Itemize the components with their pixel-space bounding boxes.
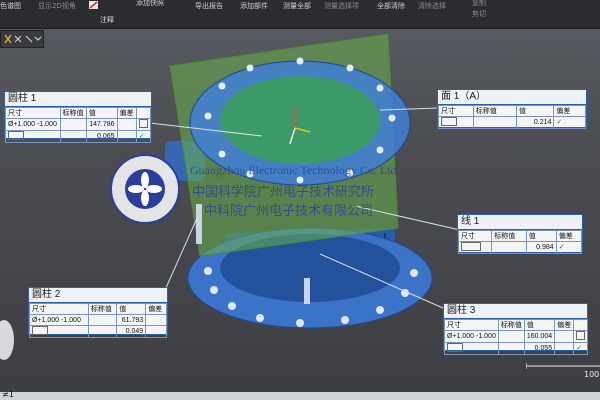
measure-all-button[interactable]: 测量全部 bbox=[283, 1, 311, 11]
measured-value: 147.786 bbox=[85, 118, 118, 131]
col-dimension: 尺寸 bbox=[5, 107, 61, 119]
pass-check-icon: ✓ bbox=[558, 244, 565, 251]
col-deviation: 偏差 bbox=[553, 105, 586, 117]
callout-table: 尺寸 标称值值偏差 Ø+1.000 -1.000 160.004 0.055 ✓ bbox=[444, 319, 589, 355]
callout-title: 面 1（A） bbox=[438, 90, 586, 105]
watermark-cn-1: 中国科学院广州电子技术研究所 bbox=[192, 185, 375, 200]
col-dimension: 尺寸 bbox=[457, 230, 493, 242]
ribbon-toolbar: 色谱图 显示2D视角 注释 添加快照 导出报告 添加部件 测量全部 测量选择项 … bbox=[0, 0, 600, 29]
pass-check-icon: ✓ bbox=[556, 119, 563, 126]
show-2d-view-button[interactable]: 显示2D视角 bbox=[38, 1, 76, 11]
callout-face-1[interactable]: 面 1（A） 尺寸 标称值值偏差 0.214 ✓ bbox=[437, 89, 587, 129]
diameter-tolerance: Ø+1.000 -1.000 bbox=[5, 118, 61, 131]
measured-value: 0.055 bbox=[523, 342, 556, 355]
measured-value: 160.004 bbox=[523, 330, 556, 343]
pass-check-icon: ✓ bbox=[138, 133, 145, 140]
top-flange-bore bbox=[220, 76, 380, 164]
watermark-en: Guangzhou Electronic Technology Co. Ltd bbox=[190, 163, 397, 177]
diameter-tolerance: Ø+1.000 -1.000 bbox=[444, 330, 499, 343]
col-value: 值 bbox=[516, 105, 555, 117]
col-deviation: 偏差 bbox=[554, 319, 575, 331]
col-dimension: 尺寸 bbox=[438, 105, 474, 117]
col-value: 值 bbox=[85, 107, 118, 119]
pass-check-icon: ✓ bbox=[576, 345, 583, 352]
cylindricity-symbol-icon bbox=[447, 343, 463, 352]
callout-cylinder-1[interactable]: 圆柱 1 尺寸 标称值值偏差 Ø+1.000 -1.000 147.786 0.06… bbox=[4, 91, 152, 143]
measured-value: 0.065 bbox=[85, 130, 118, 143]
copy-button[interactable]: 复制 bbox=[472, 0, 486, 8]
cut-button[interactable]: 剪切 bbox=[472, 9, 486, 19]
col-dimension: 尺寸 bbox=[444, 319, 499, 331]
watermark-cn-2: 中科院广州电子技术有限公司 bbox=[204, 204, 374, 219]
callout-table: 尺寸 标称值值偏差 Ø+1.000 -1.000 147.786 0.065 ✓ bbox=[5, 107, 152, 143]
col-nominal: 标称值 bbox=[472, 105, 518, 117]
add-snapshot-button[interactable]: 添加快照 bbox=[136, 0, 164, 8]
export-report-button[interactable]: 导出报告 bbox=[195, 1, 223, 11]
notes-icon[interactable] bbox=[88, 0, 100, 10]
status-text: ≠1 bbox=[2, 390, 14, 399]
col-nominal: 标称值 bbox=[497, 319, 525, 331]
add-part-button[interactable]: 添加部件 bbox=[240, 1, 268, 11]
scale-bar: 100 bbox=[525, 362, 600, 379]
callout-table: 尺寸 标称值值偏差 0.984 ✓ bbox=[457, 230, 583, 254]
color-map-button[interactable]: 色谱图 bbox=[0, 1, 21, 11]
status-bar: ≠1 bbox=[0, 390, 600, 400]
measure-selected-button[interactable]: 测量选择项 bbox=[324, 1, 359, 11]
cylindricity-symbol-icon bbox=[8, 131, 24, 140]
callout-line-1[interactable]: 线 1 尺寸 标称值值偏差 0.984 ✓ bbox=[457, 214, 583, 254]
edit-icon[interactable] bbox=[576, 331, 586, 340]
clear-all-button[interactable]: 全部清除 bbox=[377, 1, 405, 11]
diameter-tolerance: Ø+1.000 -1.000 bbox=[29, 314, 89, 326]
col-deviation: 偏差 bbox=[116, 107, 137, 119]
academy-seal-logo bbox=[110, 154, 180, 224]
callout-title: 线 1 bbox=[458, 215, 582, 230]
callout-table: 尺寸 标称值值偏差 Ø+1.000 -1.000 61.793 0.049 bbox=[29, 303, 167, 338]
perpendicularity-symbol-icon bbox=[461, 242, 481, 251]
scale-value: 100 bbox=[584, 370, 600, 379]
col-value: 值 bbox=[525, 230, 557, 242]
col-nominal: 标称值 bbox=[491, 230, 527, 242]
callout-title: 圆柱 2 bbox=[29, 288, 167, 303]
col-deviation: 偏差 bbox=[555, 230, 583, 242]
flatness-symbol-icon bbox=[441, 117, 457, 126]
col-nominal: 标称值 bbox=[87, 303, 118, 315]
notes-button[interactable]: 注释 bbox=[100, 15, 114, 25]
measured-value: 0.984 bbox=[525, 241, 557, 254]
col-nominal: 标称值 bbox=[59, 107, 87, 119]
col-value: 值 bbox=[523, 319, 556, 331]
measured-value: 0.049 bbox=[116, 325, 147, 338]
measured-value: 61.793 bbox=[116, 314, 147, 326]
cylindricity-symbol-icon bbox=[32, 326, 48, 335]
col-value: 值 bbox=[116, 303, 147, 315]
edit-icon[interactable] bbox=[138, 119, 148, 128]
measured-value: 0.214 bbox=[516, 116, 555, 129]
navigation-cube[interactable] bbox=[0, 320, 14, 360]
callout-title: 圆柱 1 bbox=[5, 92, 151, 107]
callout-title: 圆柱 3 bbox=[444, 304, 587, 319]
clear-selection-button[interactable]: 清除选择 bbox=[418, 1, 446, 11]
col-dimension: 尺寸 bbox=[29, 303, 89, 315]
scale-bar-line bbox=[525, 363, 600, 369]
callout-cylinder-3[interactable]: 圆柱 3 尺寸 标称值值偏差 Ø+1.000 -1.000 160.004 0.05… bbox=[443, 303, 589, 355]
callout-cylinder-2[interactable]: 圆柱 2 尺寸 标称值值偏差 Ø+1.000 -1.000 61.793 0.049 bbox=[28, 287, 168, 338]
col-deviation: 偏差 bbox=[145, 303, 167, 315]
callout-table: 尺寸 标称值值偏差 0.214 ✓ bbox=[438, 105, 586, 129]
